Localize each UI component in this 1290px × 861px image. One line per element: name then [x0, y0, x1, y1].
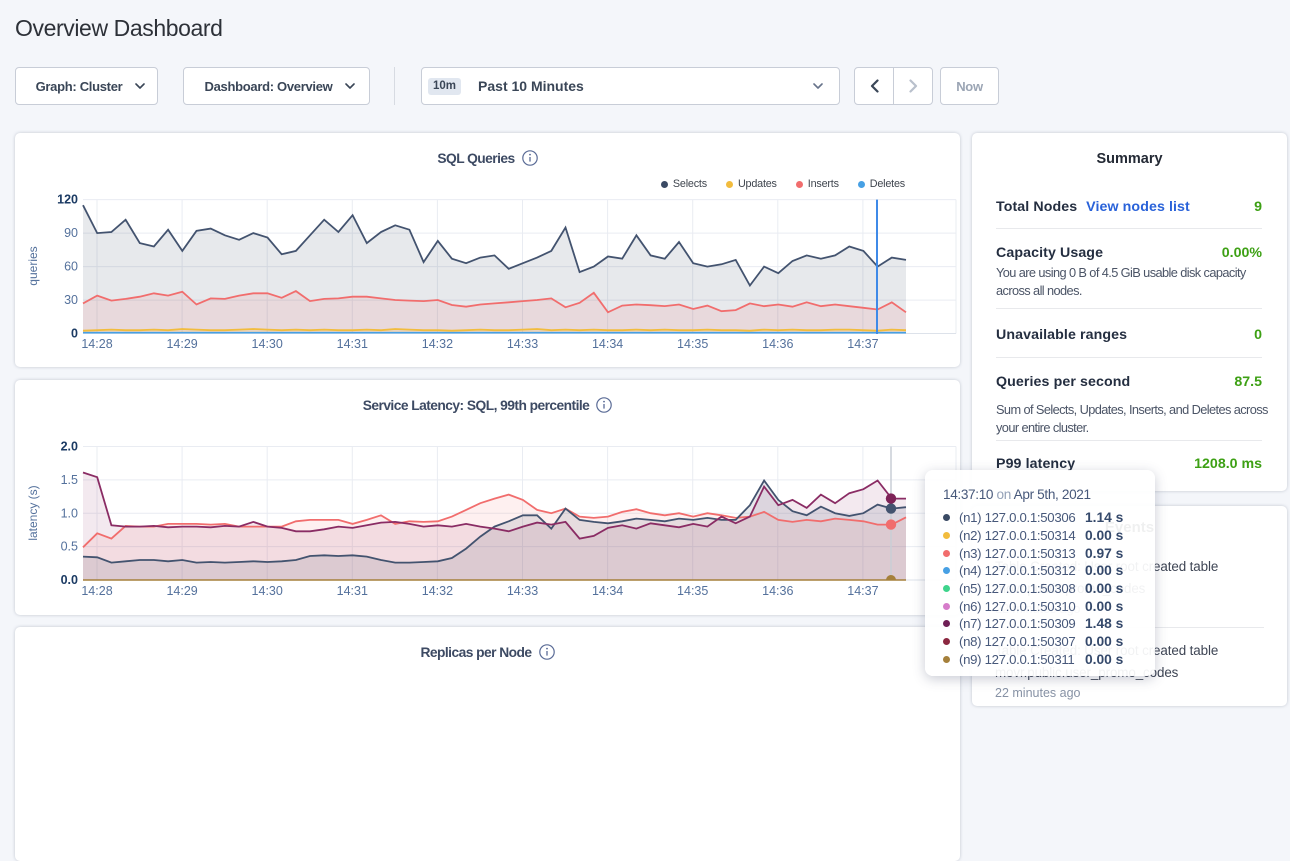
svg-text:1.5: 1.5 — [61, 473, 78, 487]
svg-text:30: 30 — [64, 293, 78, 307]
svg-text:14:33: 14:33 — [507, 337, 538, 351]
svg-text:0.5: 0.5 — [61, 540, 78, 554]
svg-text:14:37: 14:37 — [847, 337, 878, 351]
svg-text:latency (s): latency (s) — [26, 485, 40, 540]
svg-text:14:35: 14:35 — [677, 337, 708, 351]
svg-text:14:32: 14:32 — [422, 584, 453, 598]
svg-text:120: 120 — [57, 193, 78, 207]
svg-text:14:33: 14:33 — [507, 584, 538, 598]
svg-text:14:29: 14:29 — [166, 337, 197, 351]
svg-text:14:34: 14:34 — [592, 337, 623, 351]
svg-text:14:34: 14:34 — [592, 584, 623, 598]
svg-text:2.0: 2.0 — [61, 440, 78, 454]
svg-text:1.0: 1.0 — [61, 506, 78, 520]
svg-text:14:29: 14:29 — [166, 584, 197, 598]
svg-text:14:37: 14:37 — [847, 584, 878, 598]
svg-text:14:36: 14:36 — [762, 337, 793, 351]
svg-text:queries: queries — [26, 246, 40, 285]
svg-text:14:31: 14:31 — [337, 584, 368, 598]
svg-text:14:30: 14:30 — [252, 584, 283, 598]
svg-text:14:32: 14:32 — [422, 337, 453, 351]
svg-text:14:30: 14:30 — [252, 337, 283, 351]
svg-text:14:35: 14:35 — [677, 584, 708, 598]
svg-text:90: 90 — [64, 226, 78, 240]
svg-text:14:28: 14:28 — [81, 584, 112, 598]
svg-text:14:28: 14:28 — [81, 337, 112, 351]
svg-text:0: 0 — [71, 327, 78, 341]
svg-text:14:36: 14:36 — [762, 584, 793, 598]
svg-text:60: 60 — [64, 260, 78, 274]
svg-text:0.0: 0.0 — [61, 573, 78, 587]
svg-text:14:31: 14:31 — [337, 337, 368, 351]
